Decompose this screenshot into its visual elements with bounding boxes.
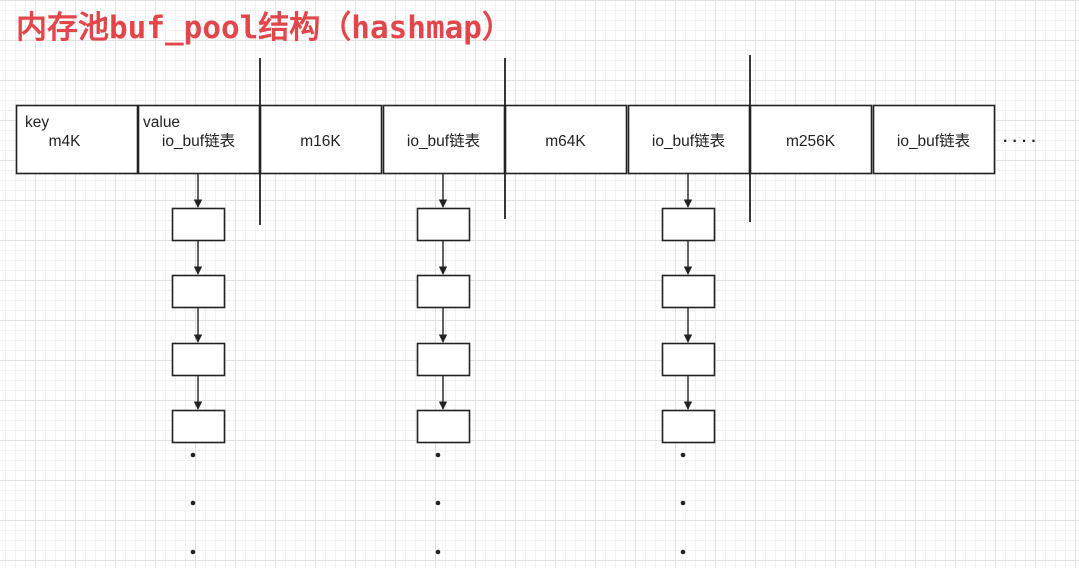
continuation-dot — [680, 500, 686, 506]
key-header: key — [25, 114, 49, 131]
buffer-node — [171, 409, 226, 444]
key-label: m256K — [786, 133, 836, 150]
value-label: io_buf链表 — [897, 132, 970, 150]
buffer-node — [661, 409, 716, 444]
key-label: m4K — [49, 133, 82, 150]
buffer-node — [661, 207, 716, 242]
continuation-dot — [435, 452, 441, 458]
continuation-dot — [680, 549, 686, 555]
continuation-dot — [190, 452, 196, 458]
hashmap-diagram: m4K io_buf链表 m16K io_buf链表 m64K io_buf链表 m256K… — [15, 55, 1037, 555]
buffer-node — [171, 342, 226, 377]
continuation-dot — [190, 500, 196, 506]
key-label: m64K — [545, 133, 586, 150]
continuation-dot — [435, 500, 441, 506]
buffer-node — [416, 409, 471, 444]
buffer-node — [416, 342, 471, 377]
continuation-dot — [680, 452, 686, 458]
continuation-dot — [435, 549, 441, 555]
buffer-node — [416, 274, 471, 309]
buffer-node — [171, 207, 226, 242]
buffer-node — [171, 274, 226, 309]
value-label: io_buf链表 — [407, 132, 480, 150]
value-label: io_buf链表 — [162, 132, 235, 150]
buffer-node — [661, 342, 716, 377]
key-label: m16K — [300, 133, 341, 150]
value-label: io_buf链表 — [652, 132, 725, 150]
value-header: value — [143, 114, 180, 131]
table-ellipsis: · · · · — [1003, 133, 1037, 150]
buffer-node — [661, 274, 716, 309]
continuation-dot — [190, 549, 196, 555]
buffer-node — [416, 207, 471, 242]
